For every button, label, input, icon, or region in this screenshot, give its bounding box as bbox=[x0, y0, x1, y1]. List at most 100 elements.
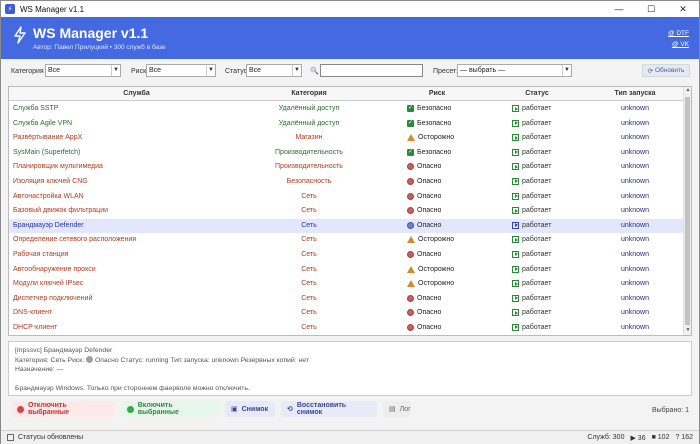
table-row[interactable]: Рабочая станция Сеть Опасно работает unknown bbox=[9, 248, 685, 263]
vk-link[interactable]: @ VK bbox=[668, 39, 689, 50]
table-row[interactable]: Базовый движок фильтрации Сеть Опасно работ… bbox=[9, 204, 685, 219]
play-icon bbox=[512, 148, 519, 156]
cell-startup: unknown bbox=[620, 163, 650, 171]
table-row[interactable]: Служба SSTP Удалённый доступ ✓ Безопасно раб… bbox=[9, 102, 685, 117]
table-scrollbar[interactable]: ▲ ▼ bbox=[683, 87, 691, 335]
risk-label: Опасно bbox=[417, 294, 442, 302]
stop-icon bbox=[17, 405, 24, 413]
column-header-service[interactable]: Служба bbox=[9, 90, 264, 97]
log-icon: ▤ bbox=[389, 406, 396, 413]
danger-dot-icon bbox=[407, 250, 414, 258]
details-meta-prefix: Категория: Сеть Риск: bbox=[15, 356, 85, 364]
category-filter-select[interactable]: Все ▼ bbox=[45, 64, 121, 77]
risk-label: Осторожно bbox=[418, 236, 455, 244]
column-header-category[interactable]: Категория bbox=[264, 90, 354, 97]
category-filter-label: Категория bbox=[11, 68, 44, 75]
table-row[interactable]: Определение сетевого расположения Сеть Ост… bbox=[9, 233, 685, 248]
status-filter-select[interactable]: Все ▼ bbox=[246, 64, 302, 77]
table-row[interactable]: Служба Agile VPN Удалённый доступ ✓ Безопас… bbox=[9, 117, 685, 132]
cell-category: Сеть bbox=[301, 265, 317, 273]
cell-status: работает bbox=[512, 163, 551, 171]
play-icon bbox=[512, 105, 519, 112]
other-count: ? 162 bbox=[675, 434, 693, 441]
preset-select[interactable]: — выбрать — ▼ bbox=[457, 64, 572, 77]
app-window: ⚡ WS Manager v1.1 — ☐ ✕ WS Manager v1.1 … bbox=[0, 0, 700, 444]
scroll-thumb[interactable] bbox=[685, 97, 690, 325]
play-icon bbox=[512, 265, 519, 273]
cell-service: Рабочая станция bbox=[13, 250, 69, 258]
table-row[interactable]: Развёртывание AppX Магазин Осторожно работа… bbox=[9, 131, 685, 146]
snapshot-button[interactable]: ▣ Снимок bbox=[225, 401, 275, 417]
cell-risk: Осторожно bbox=[407, 265, 454, 273]
table-row[interactable]: Брандмауэр Defender Сеть Опасно работает unk… bbox=[9, 218, 685, 234]
play-icon bbox=[512, 119, 519, 127]
table-row[interactable]: Модули ключей IPsec Сеть Осторожно работает… bbox=[9, 277, 685, 292]
cell-startup: unknown bbox=[620, 250, 650, 258]
cell-risk: Опасно bbox=[407, 309, 441, 317]
close-button[interactable]: ✕ bbox=[667, 1, 699, 17]
log-button[interactable]: ▤ Лог bbox=[383, 401, 411, 417]
maximize-button[interactable]: ☐ bbox=[635, 1, 667, 17]
status-label: работает bbox=[522, 134, 552, 142]
warning-icon bbox=[407, 265, 415, 273]
search-input[interactable] bbox=[320, 64, 423, 77]
refresh-button[interactable]: ⟳ Обновить bbox=[642, 64, 690, 77]
table-row[interactable]: Диспетчер подключений Сеть Опасно работает u… bbox=[9, 292, 685, 307]
column-header-status[interactable]: Статус bbox=[512, 90, 562, 97]
play-icon bbox=[512, 192, 519, 200]
enable-selected-button[interactable]: Включить выбранные bbox=[121, 401, 219, 417]
cell-startup: unknown bbox=[620, 309, 650, 317]
risk-label: Безопасно bbox=[417, 148, 452, 156]
check-icon: ✓ bbox=[407, 119, 414, 127]
title-bar: ⚡ WS Manager v1.1 — ☐ ✕ bbox=[1, 1, 699, 17]
cell-risk: Осторожно bbox=[407, 236, 455, 244]
cell-status: работает bbox=[512, 250, 551, 258]
danger-dot-icon bbox=[407, 163, 414, 171]
table-row[interactable]: Планировщик мультимедиа Производительност… bbox=[9, 160, 685, 175]
risk-label: Осторожно bbox=[418, 280, 455, 288]
cell-category: Сеть bbox=[301, 221, 317, 229]
table-row[interactable]: DNS-клиент Сеть Опасно работает unknown bbox=[9, 306, 685, 321]
disable-selected-button[interactable]: Отключить выбранные bbox=[11, 401, 115, 417]
app-title: WS Manager v1.1 bbox=[33, 25, 149, 41]
bolt-icon bbox=[14, 26, 26, 44]
table-row[interactable]: Изоляция ключей CNG Безопасность Опасно раб… bbox=[9, 175, 685, 190]
column-header-risk[interactable]: Риск bbox=[407, 90, 467, 97]
table-row[interactable]: SysMain (Superfetch) Производительность ✓ Б… bbox=[9, 146, 685, 161]
scroll-up-icon[interactable]: ▲ bbox=[684, 87, 691, 95]
status-label: работает bbox=[522, 192, 552, 200]
status-label: работает bbox=[522, 119, 552, 127]
status-label: работает bbox=[522, 265, 552, 273]
cell-service: Автообнаружение прокси bbox=[13, 265, 96, 273]
dtf-link[interactable]: @ DTF bbox=[668, 28, 689, 39]
cell-status: работает bbox=[512, 134, 552, 142]
play-icon bbox=[512, 236, 519, 244]
risk-label: Опасно bbox=[417, 163, 442, 171]
minimize-button[interactable]: — bbox=[603, 1, 635, 17]
restore-snapshot-button[interactable]: ⟲ Восстановить снимок bbox=[281, 401, 377, 417]
play-icon bbox=[512, 280, 519, 288]
column-header-startup[interactable]: Тип запуска bbox=[599, 90, 671, 97]
danger-dot-icon bbox=[407, 309, 414, 317]
stopped-count-value: 102 bbox=[657, 434, 670, 441]
danger-dot-icon bbox=[407, 177, 414, 185]
app-subtitle: Автор: Павел Прилуцкий • 300 служб в баз… bbox=[33, 44, 166, 51]
table-row[interactable]: DHCP-клиент Сеть Опасно работает unknown bbox=[9, 321, 685, 335]
status-checkbox[interactable] bbox=[7, 434, 14, 441]
scroll-down-icon[interactable]: ▼ bbox=[684, 327, 691, 335]
cell-category: Сеть bbox=[301, 192, 317, 200]
cell-service: Планировщик мультимедиа bbox=[13, 163, 103, 171]
services-count: Служб: 300 bbox=[587, 434, 625, 441]
details-description: Брандмауэр Windows. Только при стороннем… bbox=[15, 385, 250, 392]
search-icon: 🔍 bbox=[310, 68, 319, 75]
running-count: ▶ 36 bbox=[630, 435, 646, 442]
cell-category: Сеть bbox=[301, 250, 317, 258]
risk-filter-select[interactable]: Все ▼ bbox=[146, 64, 216, 77]
risk-label: Осторожно bbox=[418, 134, 455, 142]
cell-risk: ✓ Безопасно bbox=[407, 119, 452, 127]
cell-status: работает bbox=[512, 221, 551, 229]
table-row[interactable]: Автонастройка WLAN Сеть Опасно работает unkn… bbox=[9, 190, 685, 205]
cell-status: работает bbox=[512, 192, 552, 200]
table-row[interactable]: Автообнаружение прокси Сеть Осторожно работ… bbox=[9, 263, 685, 278]
risk-label: Безопасно bbox=[417, 119, 452, 127]
